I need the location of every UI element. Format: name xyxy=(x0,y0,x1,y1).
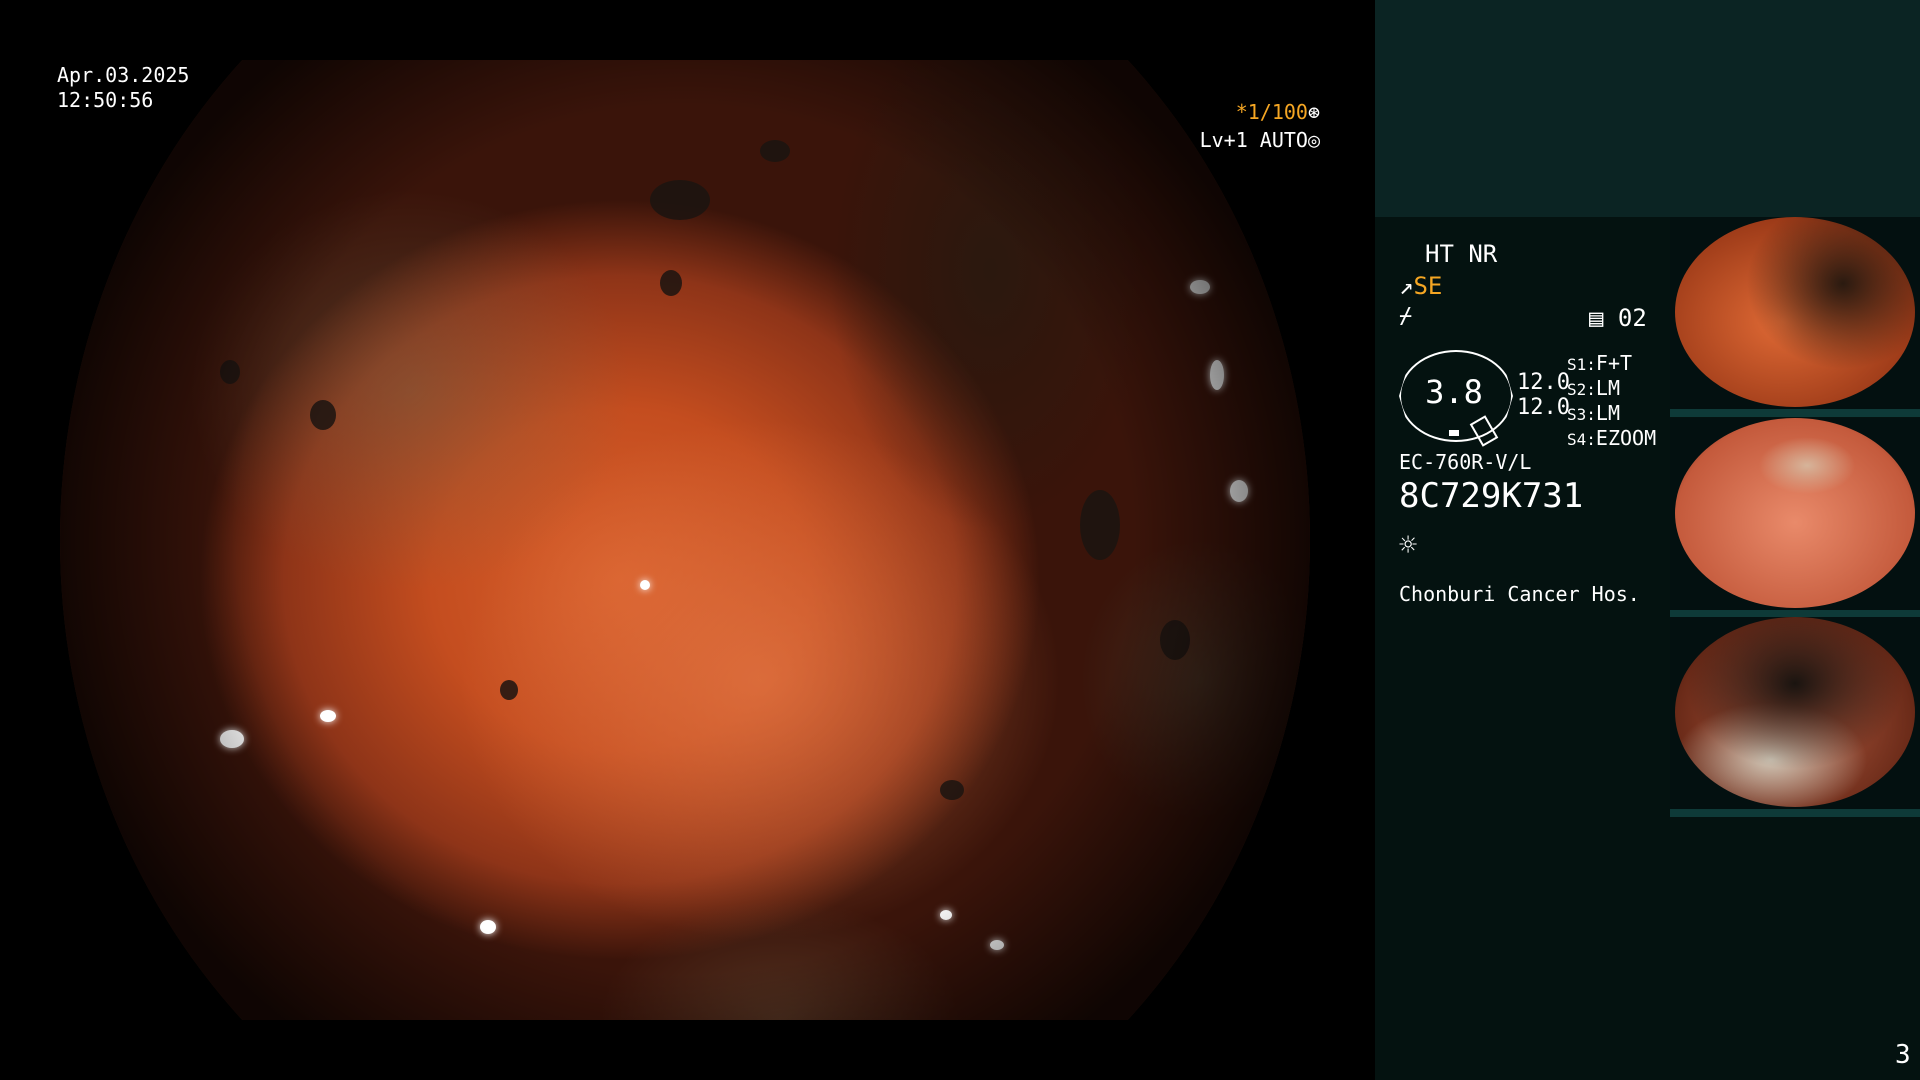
se-label: SE xyxy=(1413,272,1443,300)
date-text: Apr.03.2025 xyxy=(57,63,190,87)
thumbnail-image xyxy=(1675,617,1915,807)
switch-value: LM xyxy=(1595,376,1620,400)
switch-value: LM xyxy=(1595,401,1620,425)
enhance-value-2: 12.0 xyxy=(1517,395,1570,420)
scope-model: EC-760R-V/L xyxy=(1399,450,1532,474)
switch-value: EZOOM xyxy=(1595,426,1657,450)
switch-key: S3 xyxy=(1567,405,1587,424)
shutter-text: *1/100 xyxy=(1235,100,1308,124)
preset-line: ▤ 02 xyxy=(1589,304,1647,332)
switch-value: F+T xyxy=(1595,351,1633,375)
enhance-value-1: 12.0 xyxy=(1517,370,1570,395)
thumbnail-caption-bar xyxy=(1670,809,1920,817)
time-text: 12:50:56 xyxy=(57,88,154,112)
structure-icon: ↗ xyxy=(1399,272,1414,300)
switch-key: S4 xyxy=(1567,430,1587,449)
se-line: ↗SE xyxy=(1399,272,1442,300)
thumbnail-1[interactable] xyxy=(1670,217,1920,417)
zoom-gauge-value: 3.8 xyxy=(1425,373,1483,411)
iris-icon: ◎ xyxy=(1307,128,1320,152)
thumbnail-caption-bar xyxy=(1670,409,1920,417)
endoscope-main-view: Apr.03.2025 12:50:56 *1/100⊛ Lv+1 AUTO◎ xyxy=(0,0,1375,1080)
curve-icon: ⌿ xyxy=(1399,304,1413,329)
thumbnail-3[interactable] xyxy=(1670,617,1920,817)
shutter-line: *1/100⊛ xyxy=(1190,98,1320,126)
hospital-name: Chonburi Cancer Hos. xyxy=(1399,582,1640,606)
exposure-overlay: *1/100⊛ Lv+1 AUTO◎ xyxy=(1190,98,1320,154)
preset-icon: ▤ xyxy=(1589,304,1604,332)
switch-row-3: S3:LM xyxy=(1567,401,1620,425)
gauge-marker-icon xyxy=(1449,430,1459,436)
preset-value: 02 xyxy=(1617,304,1647,332)
endoscopic-image xyxy=(60,60,1310,1020)
page-number: 3 xyxy=(1895,1040,1911,1070)
switch-key: S1 xyxy=(1567,355,1587,374)
scope-serial: 8C729K731 xyxy=(1399,476,1584,516)
level-line: Lv+1 AUTO◎ xyxy=(1190,126,1320,154)
panel-header-area xyxy=(1375,0,1920,217)
level-text: Lv+1 AUTO xyxy=(1199,128,1308,152)
thumbnail-image xyxy=(1675,418,1915,608)
datetime-overlay: Apr.03.2025 12:50:56 xyxy=(57,63,189,113)
sun-icon: ☼ xyxy=(1399,528,1418,563)
switch-row-1: S1:F+T xyxy=(1567,351,1633,375)
aperture-icon: ⊛ xyxy=(1307,100,1320,124)
thumbnail-2[interactable] xyxy=(1670,418,1920,618)
ht-nr-label: HT NR xyxy=(1425,240,1498,268)
switch-key: S2 xyxy=(1567,380,1587,399)
switch-row-4: S4:EZOOM xyxy=(1567,426,1657,450)
switch-row-2: S2:LM xyxy=(1567,376,1620,400)
thumbnail-image xyxy=(1675,217,1915,407)
